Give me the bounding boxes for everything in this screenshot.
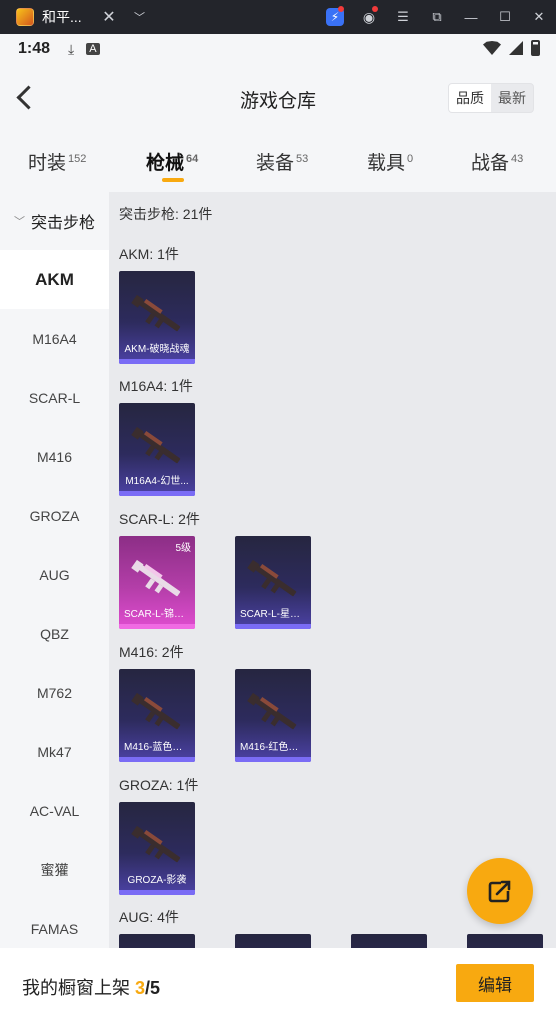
weapon-image: [131, 426, 181, 464]
rarity-bar: [235, 624, 311, 629]
sidebar-item-groza[interactable]: GROZA: [0, 486, 109, 545]
bolt-icon[interactable]: ⚡: [318, 0, 352, 34]
weapon-card[interactable]: [467, 934, 543, 948]
download-icon: ⤓: [68, 40, 75, 57]
weapon-grid: 突击步枪: 21件 AKM: 1件 AKM-破晓战魂 M16A4: 1件 M16A4-…: [109, 192, 556, 948]
weapon-card[interactable]: 5级 SCAR-L-锦绣...: [119, 536, 195, 629]
tab-equipment[interactable]: 装备 53: [256, 148, 308, 175]
sidebar-item-scar-l[interactable]: SCAR-L: [0, 368, 109, 427]
sidebar-item-ac-val[interactable]: AC-VAL: [0, 781, 109, 840]
external-link-icon: [488, 880, 512, 903]
battery-icon: [531, 40, 540, 56]
weapon-image: [247, 559, 297, 597]
category-tabs: 时装 152 枪械 64 装备 53 载具 0 战备 43: [0, 132, 556, 192]
notification-a-icon: A: [86, 43, 100, 55]
tab-vehicles[interactable]: 载具 0: [367, 148, 413, 175]
window-tab-title[interactable]: 和平...: [42, 7, 86, 27]
weapon-name: GROZA-影袭: [127, 875, 187, 886]
share-button[interactable]: [467, 858, 533, 924]
sort-quality-button[interactable]: 品质: [449, 84, 491, 112]
weapon-card[interactable]: [235, 934, 311, 948]
sidebar-item-m416[interactable]: M416: [0, 427, 109, 486]
weapon-card[interactable]: M16A4-幻世...: [119, 403, 195, 496]
rarity-bar: [119, 624, 195, 629]
weapon-card[interactable]: SCAR-L-星途...: [235, 536, 311, 629]
weapon-name: M416-红色方...: [240, 742, 307, 753]
group-title: GROZA: 1件: [119, 777, 199, 793]
group-title: M416: 2件: [119, 644, 184, 660]
sidebar-header[interactable]: ﹀ 突击步枪: [0, 192, 109, 250]
wifi-icon: [483, 41, 501, 55]
weapon-image: [131, 692, 181, 730]
rarity-bar: [119, 491, 195, 496]
active-tab-indicator: [162, 178, 184, 182]
sidebar-item-qbz[interactable]: QBZ: [0, 604, 109, 663]
sidebar-item-m16a4[interactable]: M16A4: [0, 309, 109, 368]
weapon-card[interactable]: GROZA-影袭: [119, 802, 195, 895]
sidebar-item-akm[interactable]: AKM: [0, 250, 109, 309]
minimize-icon[interactable]: —: [454, 0, 488, 34]
bottom-bar: 我的橱窗上架 3/5 编辑: [0, 948, 556, 1019]
chevron-down-icon[interactable]: ﹀: [134, 9, 145, 25]
sidebar-item-mk47[interactable]: Mk47: [0, 722, 109, 781]
tab-guns[interactable]: 枪械 64: [146, 148, 198, 175]
group-title: AKM: 1件: [119, 246, 179, 262]
sidebar-item-m762[interactable]: M762: [0, 663, 109, 722]
weapon-image: [247, 692, 297, 730]
sidebar-item-famas[interactable]: FAMAS: [0, 899, 109, 948]
category-summary: 突击步枪: 21件: [119, 206, 213, 222]
screenshot-icon[interactable]: ⧉: [420, 0, 454, 34]
tab-close-icon[interactable]: ✕: [100, 7, 118, 27]
weapon-name: SCAR-L-锦绣...: [124, 609, 193, 620]
app-icon: [16, 8, 34, 26]
user-icon[interactable]: ◉: [352, 0, 386, 34]
rarity-bar: [119, 890, 195, 895]
weapon-name: SCAR-L-星途...: [240, 609, 309, 620]
sort-latest-button[interactable]: 最新: [491, 84, 533, 112]
weapon-type-sidebar: ﹀ 突击步枪 AKM M16A4 SCAR-L M416 GROZA AUG QBZ M762…: [0, 192, 109, 948]
tab-fashion[interactable]: 时装 152: [28, 148, 86, 175]
sidebar-header-label: 突击步枪: [30, 215, 95, 232]
sidebar-item--[interactable]: 蜜獾: [0, 840, 109, 899]
rarity-bar: [119, 359, 195, 364]
weapon-card[interactable]: AKM-破晓战魂: [119, 271, 195, 364]
tab-supplies[interactable]: 战备 43: [471, 148, 523, 175]
weapon-card[interactable]: [351, 934, 427, 948]
weapon-card[interactable]: [119, 934, 195, 948]
weapon-card[interactable]: M416-红色方...: [235, 669, 311, 762]
rarity-bar: [235, 757, 311, 762]
emulator-titlebar: 和平... ✕ ﹀ ⚡ ◉ ☰ ⧉ — ☐ ✕: [0, 0, 556, 34]
signal-icon: [509, 41, 523, 55]
weapon-name: M416-蓝色火...: [124, 742, 191, 753]
edit-button[interactable]: 编辑: [456, 964, 534, 1002]
page-header: 游戏仓库 品质 最新: [0, 64, 556, 132]
sidebar-item-aug[interactable]: AUG: [0, 545, 109, 604]
status-time: 1:48: [18, 40, 51, 57]
weapon-image: [131, 559, 181, 597]
status-bar: 1:48 ⤓ A: [0, 34, 556, 64]
group-title: AUG: 4件: [119, 909, 179, 925]
rarity-bar: [119, 757, 195, 762]
weapon-name: AKM-破晓战魂: [124, 344, 190, 355]
weapon-name: M16A4-幻世...: [125, 476, 189, 487]
showcase-count: 我的橱窗上架 3/5: [22, 978, 161, 998]
sort-toggle: 品质 最新: [448, 83, 534, 113]
weapon-card[interactable]: M416-蓝色火...: [119, 669, 195, 762]
group-title: M16A4: 1件: [119, 378, 193, 394]
menu-icon[interactable]: ☰: [386, 0, 420, 34]
weapon-image: [131, 294, 181, 332]
weapon-image: [131, 825, 181, 863]
window-close-icon[interactable]: ✕: [522, 0, 556, 34]
level-badge: 5级: [175, 543, 191, 554]
group-title: SCAR-L: 2件: [119, 511, 200, 527]
maximize-icon[interactable]: ☐: [488, 0, 522, 34]
chevron-down-icon: ﹀: [13, 216, 25, 228]
